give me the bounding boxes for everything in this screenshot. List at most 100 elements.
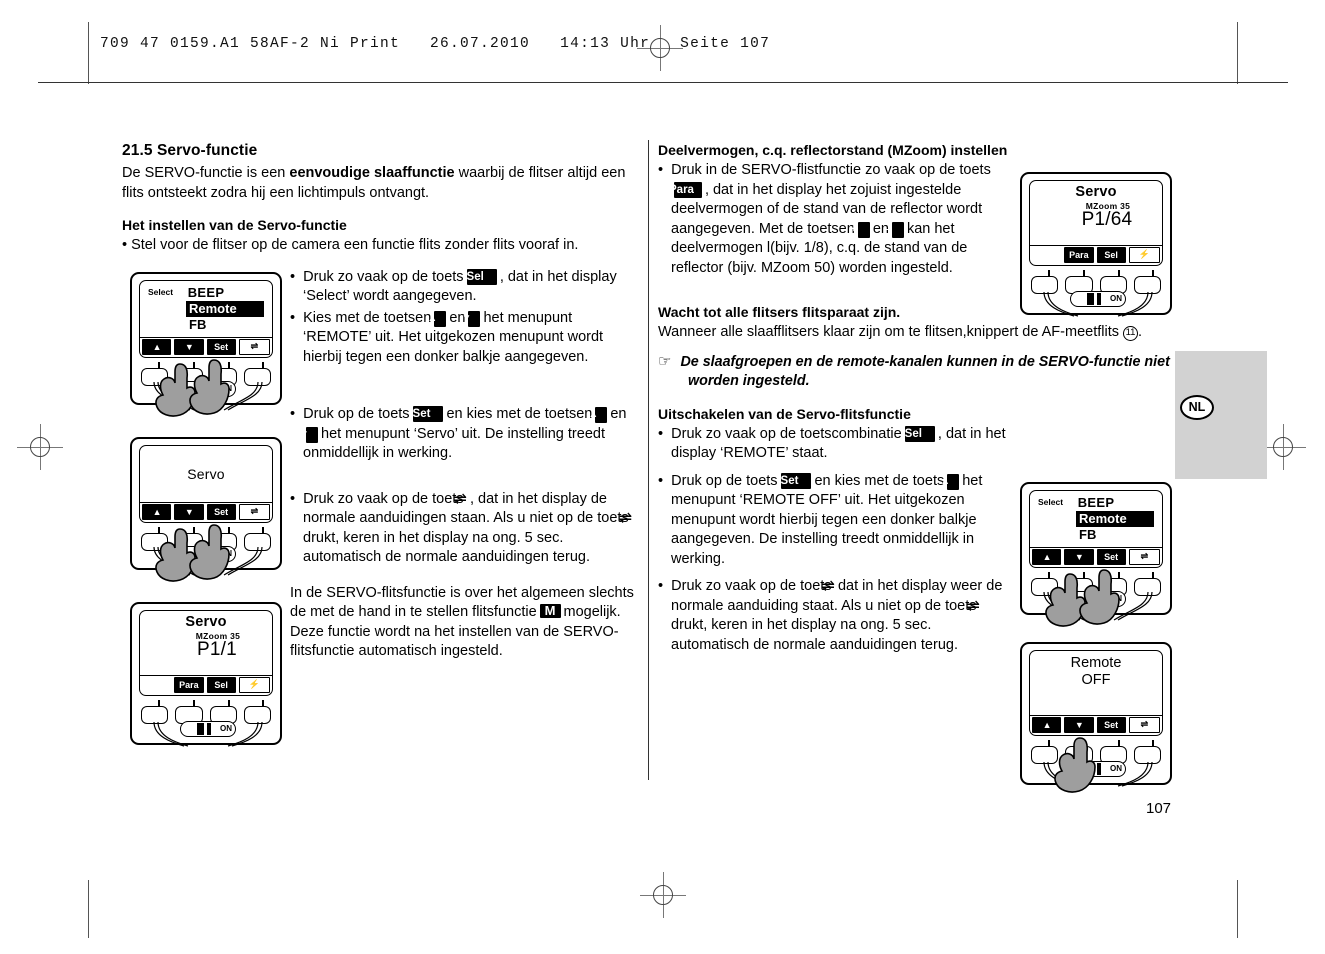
power-switch-3[interactable]: ON [180,721,236,737]
registration-mark-bottom [640,872,686,918]
bullet-set-text2: en kies met de toetsen [446,406,593,422]
bullet-para-text1: Druk in de SERVO-flistfunctie zo vaak op… [671,162,991,178]
lcd-menu-list-1: Remote FB [186,301,264,333]
softkey-set-6[interactable]: Set [1096,717,1126,733]
bullet-druk-return: Druk zo vaak op de toets⇌, dat in het di… [290,490,642,568]
arrow-up-key-glyph-3: ▲ [940,473,960,490]
softkey-up-5[interactable]: ▲ [1032,549,1062,565]
crop-line-top-left [88,22,89,84]
page-number: 107 [1146,800,1172,817]
device-diagram-select-remote-2: Select BEEP Remote FB ▲ ▼ Set ⇌ ON [1020,482,1172,627]
lcd-softkey-row-1: ▲ ▼ Set ⇌ [140,338,272,357]
lcd-softkey-row-5: ▲ ▼ Set ⇌ [1030,548,1162,567]
softkey-blank-4 [1032,247,1062,263]
header-rule [38,82,1288,83]
lcd-menu-item-remote-5: Remote [1076,511,1154,527]
arrow-up-key-glyph: ▲ [427,310,447,327]
softkey-set-5[interactable]: Set [1096,549,1126,565]
crop-line-bottom-right [1237,880,1238,938]
softkey-down-5[interactable]: ▼ [1064,549,1094,565]
lcd-remote-line-1: Remote [1070,655,1122,671]
softkey-set-1[interactable]: Set [206,339,236,355]
lcd-softkey-row-6: ▲ ▼ Set ⇌ [1030,716,1162,735]
para-key-glyph: Para [669,181,702,198]
lcd-menu-item-fb-1: FB [189,317,207,332]
registration-mark-left [17,424,63,470]
lcd-remote-line-2: OFF [1081,672,1111,688]
softkey-sel-4[interactable]: Sel [1096,247,1126,263]
softkey-set-2[interactable]: Set [206,504,236,520]
power-on-label-3: ON [220,724,232,733]
intro-text-part1: De SERVO-functie is een [122,165,290,181]
pointing-hand-graphic-2b [189,524,230,580]
power-switch-4[interactable]: ON [1070,291,1126,307]
heading-deelvermogen: Deelvermogen, c.q. reflectorstand (MZoom… [658,142,1008,158]
softkey-sel-3[interactable]: Sel [206,677,236,693]
softkey-up-1[interactable]: ▲ [142,339,172,355]
lcd-servo-title-3: Servo [185,614,227,630]
bullet-set-text1: Druk op de toets [303,406,410,422]
bullet-return-text3: drukt, keren in het display na ong. 5 se… [303,529,590,566]
lcd-screen-1: Select BEEP Remote FB ▲ ▼ Set ⇌ [139,280,273,358]
softkey-up-6[interactable]: ▲ [1032,717,1062,733]
lcd-softkey-row-4: Para Sel ⚡ [1030,246,1162,265]
bullet-uit-set-text2: en kies met de toets [814,472,945,489]
bullet-set-text3: het menupunt ‘Servo’ uit. De instelling … [303,425,605,462]
softkey-return-5[interactable]: ⇌ [1128,549,1160,565]
arrow-down-key-glyph: ▼ [461,310,481,327]
softkey-flash-icon-4[interactable]: ⚡ [1128,247,1160,263]
bullet-uit-return: Druk zo vaak op de toets⇌dat in het disp… [658,577,1008,655]
sel-key-glyph: Sel [466,268,497,285]
device-diagram-select-remote-1: Select BEEP Remote FB ▲ ▼ Set ⇌ ON [130,272,282,417]
softkey-return-6[interactable]: ⇌ [1128,717,1160,733]
softkey-down-6[interactable]: ▼ [1064,717,1094,733]
language-badge-nl: NL [1180,395,1214,420]
closing-paragraph: In de SERVO-flitsfunctie is over het alg… [290,584,642,662]
lcd-servo-label-2: Servo [187,466,225,482]
bullet-druk-set-servo: Druk op de toetsSeten kies met de toetse… [290,405,642,464]
softkey-para-3[interactable]: Para [174,677,204,693]
lcd-power-value-3: P1/1 [197,639,237,660]
lcd-softkey-row-2: ▲ ▼ Set ⇌ [140,503,272,522]
softkey-return-2[interactable]: ⇌ [238,504,270,520]
bullet-druk-sel-text1: Druk zo vaak op de toets [303,268,464,285]
bullet-kies-remote: Kies met de toetsen▲en▼het menupunt ‘REM… [290,309,642,368]
softkey-return-1[interactable]: ⇌ [238,339,270,355]
softkey-up-2[interactable]: ▲ [142,504,172,520]
softkey-down-2[interactable]: ▼ [174,504,204,520]
bullet-para-key: Druk in de SERVO-flistfunctie zo vaak op… [658,161,1008,278]
softkey-para-4[interactable]: Para [1064,247,1094,263]
lcd-screen-3: Servo MZoom 35 P1/1 Para Sel ⚡ [139,610,273,696]
power-on-label-6: ON [1110,764,1122,773]
bullet-uit-set: Druk op de toetsSeten kies met de toets▲… [658,472,1008,570]
lcd-menu-list-5: Remote FB [1076,511,1154,543]
minus-key-glyph: – [885,221,904,238]
column-divider [648,140,649,780]
lcd-power-value-4: P1/64 [1081,209,1133,230]
arrow-up-key-glyph-2: ▲ [588,407,608,423]
sel-key-glyph-2: Sel [904,425,935,442]
circled-number-11: 11 [1123,326,1139,341]
lcd-screen-5: Select BEEP Remote FB ▲ ▼ Set ⇌ [1029,490,1163,568]
device-diagram-servo-plain: Servo ▲ ▼ Set ⇌ ON [130,437,282,582]
softkey-down-1[interactable]: ▼ [174,339,204,355]
bullet-uit-sel: Druk zo vaak op de toetscombinatieSel, d… [658,425,1008,464]
arrow-down-key-glyph-2: ▼ [299,426,318,443]
manual-mode-key-glyph: M [539,604,561,618]
softkey-blank-3 [142,677,172,693]
pointing-hand-icon: ☞ [658,352,672,370]
bullet-set-mid: en [610,406,627,422]
lcd-screen-6: Remote OFF ▲ ▼ Set ⇌ [1029,650,1163,736]
note-slaafgroepen: ☞ De slaafgroepen en de remote-kanalen ku… [658,352,1178,392]
device-diagram-servo-p1-1: Servo MZoom 35 P1/1 Para Sel ⚡ ON [130,602,282,747]
plus-key-glyph: + [851,221,870,238]
softkey-flash-icon-3[interactable]: ⚡ [238,677,270,693]
lcd-screen-4: Servo MZoom 35 P1/64 Para Sel ⚡ [1029,180,1163,266]
power-on-label-4: ON [1110,294,1122,303]
note-text: De slaafgroepen en de remote-kanalen kun… [680,353,1170,390]
lcd-beep-label-1: BEEP [187,285,225,300]
set-key-glyph-2: Set [780,472,812,489]
subheading-instellen: Het instellen van de Servo-functie [122,217,347,233]
lcd-softkey-row-3: Para Sel ⚡ [140,676,272,695]
bullet-uit-sel-text1: Druk zo vaak op de toetscombinatie [671,425,902,442]
